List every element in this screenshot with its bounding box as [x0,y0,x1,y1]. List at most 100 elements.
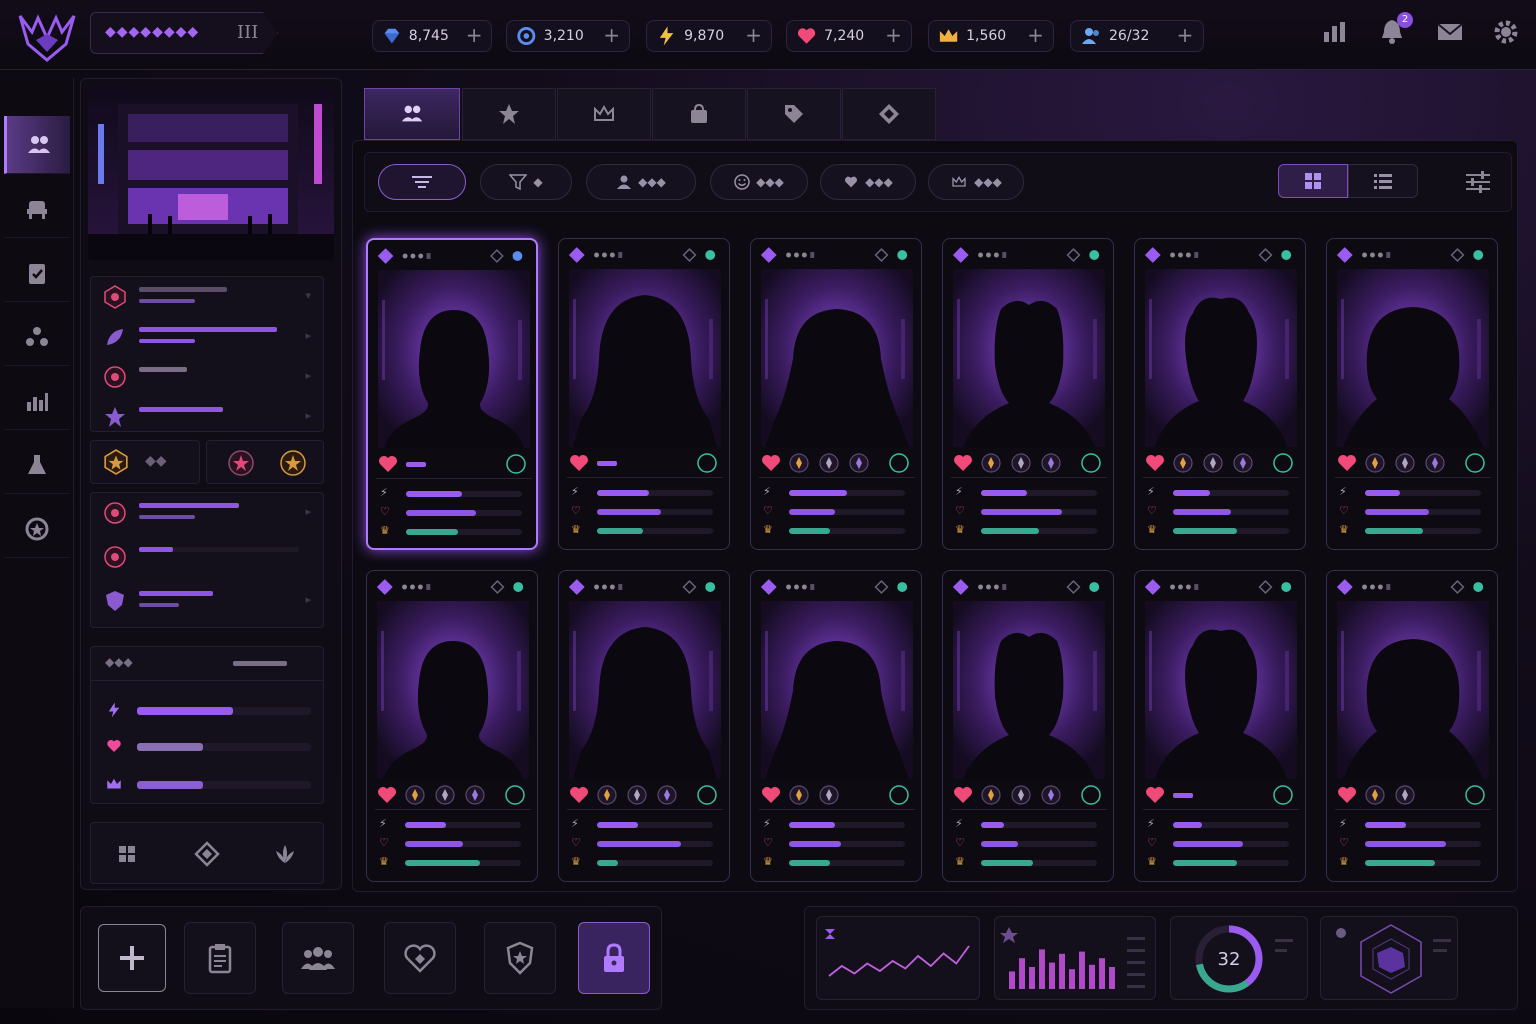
nav-stats[interactable] [4,372,70,430]
grid-view-button[interactable] [101,835,153,873]
lotus-action-button[interactable] [259,835,311,873]
coins-value: 3,210 [543,28,584,44]
grid-view-toggle[interactable] [1278,164,1348,198]
stat-bar-fill [1365,490,1400,496]
recruit-button[interactable] [98,924,166,992]
character-card[interactable]: ⚡ ♡ ♛ [1326,570,1498,882]
diamond-icon [879,104,899,124]
nav-tasks[interactable] [4,244,70,302]
mail-icon[interactable] [1432,14,1468,50]
bonus-selector[interactable] [206,440,324,484]
schedule-button[interactable] [184,922,256,994]
relationship-button[interactable] [384,922,456,994]
club-building-image [88,84,334,260]
character-card[interactable]: ⚡ ♡ ♛ [1134,238,1306,550]
bag-icon [691,103,707,123]
gift-selector[interactable]: ◆◆ [90,440,200,484]
add-diamonds-button[interactable]: + [463,24,485,48]
activity-bar [1079,951,1085,989]
heart-icon [954,787,972,803]
character-card[interactable]: ⚡ ♡ ♛ [1326,238,1498,550]
tab-roster[interactable] [364,88,460,140]
list-view-toggle[interactable] [1348,164,1418,198]
upgrade-row[interactable]: ▸ [91,357,323,397]
settings-icon[interactable] [1488,14,1524,50]
lightning-icon: ⚡ [571,485,579,498]
nav-achievements[interactable] [4,500,70,558]
filter-affection-button[interactable]: ◆◆◆ [820,164,916,200]
character-card[interactable]: ⚡ ♡ ♛ [750,570,922,882]
radar-widget[interactable] [1320,916,1458,1000]
stat-bar-fill [981,528,1039,534]
people-icon [27,135,50,153]
nav-network[interactable] [4,308,70,366]
stat-bar-fill [1173,860,1237,866]
diamond-action-button[interactable] [181,835,233,873]
filter-character-button[interactable]: ◆◆◆ [586,164,696,200]
filter-mood-button[interactable]: ◆◆◆ [710,164,808,200]
character-card[interactable]: ⚡ ♡ ♛ [750,238,922,550]
card-stats: ⚡ ♡ ♛ [567,809,723,875]
tab-tags[interactable] [747,88,841,140]
character-card[interactable]: ⚡ ♡ ♛ [942,238,1114,550]
activity-widget[interactable] [994,916,1156,1000]
player-rank[interactable]: ◆◆◆◆◆◆◆◆ III [90,12,278,54]
card-traits [951,781,1107,807]
leaderboard-icon[interactable] [1318,14,1354,50]
lightning-icon: ⚡ [763,485,771,498]
upgrade-row[interactable]: ▾ [91,277,323,317]
character-card[interactable]: ⚡ ♡ ♛ [558,570,730,882]
team-button[interactable] [282,922,354,994]
nav-roster[interactable] [4,116,70,174]
crown-icon: ♛ [379,855,389,868]
add-energy-button[interactable]: + [742,24,765,48]
shield-status-icon [889,785,909,805]
add-hearts-button[interactable]: + [882,24,905,48]
security-button[interactable] [484,922,556,994]
stat-bar-fill [1173,490,1211,496]
class-icon [760,247,777,263]
adjust-filters-button[interactable] [1462,168,1494,196]
trend-widget[interactable] [816,916,980,1000]
capacity-value: 32 [1218,949,1241,970]
energy-stat: ⚡ [1143,818,1299,832]
nav-lab[interactable] [4,436,70,494]
capacity-widget[interactable]: 32 [1170,916,1308,1000]
rarity-icon [874,580,889,594]
crown-icon [107,778,121,789]
tab-favorites[interactable] [462,88,556,140]
class-icon [568,579,585,595]
tab-ranking[interactable] [557,88,651,140]
filter-rank-button[interactable]: ◆◆◆ [928,164,1024,200]
character-card[interactable]: ⚡ ♡ ♛ [942,570,1114,882]
add-coins-button[interactable]: + [600,24,623,48]
character-card[interactable]: ⚡ ♡ ♛ [1134,570,1306,882]
card-stats: ⚡ ♡ ♛ [759,809,915,875]
resource-diamonds: 8,745 + [372,20,492,52]
heart-icon: ♡ [379,836,389,849]
add-crowns-button[interactable]: + [1024,24,1047,48]
people-icon [1082,28,1099,44]
room-row[interactable] [91,537,323,581]
room-row[interactable]: ▸ [91,493,323,537]
tab-gems[interactable] [842,88,936,140]
tab-inventory[interactable] [652,88,746,140]
nav-furniture[interactable] [4,180,70,238]
sort-button[interactable] [378,164,466,200]
upgrade-row[interactable]: ▸ [91,397,323,437]
filter-type-button[interactable]: ◆ [480,164,572,200]
room-row[interactable]: ▸ [91,581,323,625]
lightning-icon: ⚡ [955,485,963,498]
character-card[interactable]: ⚡ ♡ ♛ [366,238,538,550]
card-stats: ⚡ ♡ ♛ [375,809,531,875]
character-portrait [569,269,721,447]
game-logo[interactable] [16,10,78,62]
character-card[interactable]: ⚡ ♡ ♛ [366,570,538,882]
locked-feature-button[interactable] [578,922,650,994]
heart-icon: ♡ [1147,504,1157,517]
add-roster-button[interactable]: + [1173,24,1197,48]
lightning-icon: ⚡ [1147,485,1155,498]
stat-bar-fill [981,860,1034,866]
upgrade-row[interactable]: ▸ [91,317,323,357]
character-card[interactable]: ⚡ ♡ ♛ [558,238,730,550]
